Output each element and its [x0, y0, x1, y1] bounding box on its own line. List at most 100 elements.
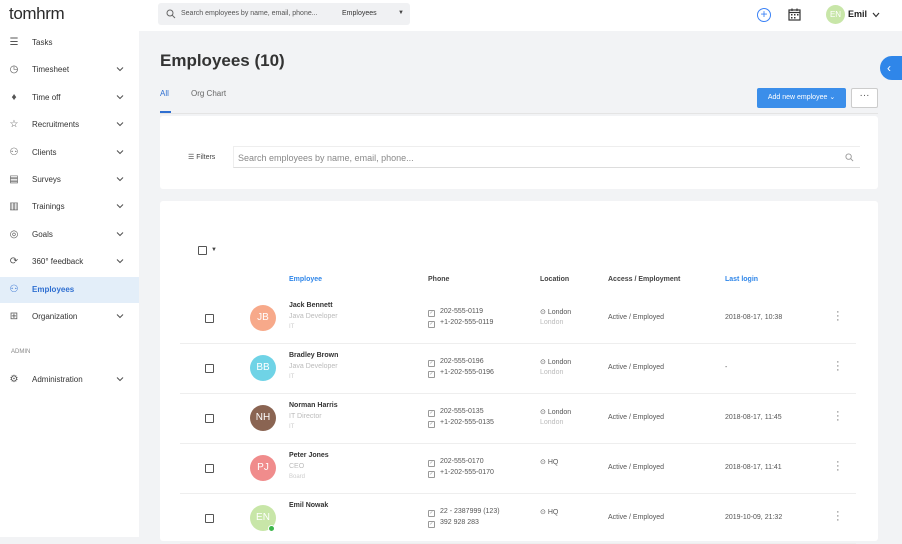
- chevron-down-icon[interactable]: [872, 11, 880, 19]
- phone-secondary[interactable]: ✓ 392 928 283: [428, 519, 479, 528]
- sidebar-item-surveys[interactable]: ▤ Surveys: [0, 167, 139, 193]
- column-header-employee[interactable]: Employee: [289, 276, 322, 283]
- table-row[interactable]: NH Norman Harris IT Director IT ✓ 202-555-013…: [180, 394, 856, 444]
- row-menu-kebab-icon[interactable]: · · ·: [836, 457, 840, 476]
- row-menu-kebab-icon[interactable]: · · ·: [836, 307, 840, 326]
- employee-name[interactable]: Bradley Brown: [289, 352, 338, 359]
- chevron-down-icon: [116, 149, 124, 154]
- sidebar-item-goals[interactable]: ◎ Goals: [0, 222, 139, 248]
- user-avatar[interactable]: EN: [826, 5, 845, 24]
- avatar[interactable]: JB: [250, 305, 276, 331]
- active-tab-indicator: [160, 111, 171, 113]
- add-new-employee-label: Add new employee: [767, 94, 828, 101]
- global-search[interactable]: Search employees by name, email, phone..…: [158, 3, 410, 25]
- phone-primary[interactable]: ✓ 202-555-0170: [428, 458, 484, 467]
- sidebar: ☰ Tasks ◷ Timesheet ♦ Time off ☆ Recruitments ⚇ C…: [0, 31, 139, 537]
- caret-down-icon[interactable]: ▼: [211, 247, 217, 253]
- sidebar-item-label: Surveys: [32, 175, 61, 184]
- sidebar-item-organization[interactable]: ⊞ Organization: [0, 304, 139, 330]
- employee-job-title: CEO: [289, 463, 305, 470]
- sidebar-item-time-off[interactable]: ♦ Time off: [0, 85, 139, 111]
- pin-icon: ♦: [11, 91, 17, 103]
- app-logo[interactable]: tomhrm: [9, 4, 65, 24]
- employee-name[interactable]: Norman Harris: [289, 402, 338, 409]
- caret-down-icon[interactable]: ▼: [398, 10, 404, 16]
- sidebar-item-administration[interactable]: ⚙ Administration: [0, 367, 139, 393]
- phone-primary-text: 202-555-0119: [440, 308, 484, 315]
- avatar[interactable]: NH: [250, 405, 276, 431]
- tab-org-chart[interactable]: Org Chart: [191, 89, 226, 98]
- employee-job-title: Java Developer: [289, 363, 338, 370]
- search-icon[interactable]: [845, 153, 854, 162]
- feedback-icon: ⟳: [9, 256, 19, 268]
- phone-primary[interactable]: ✓ 22 - 2387999 (123): [428, 508, 500, 517]
- add-circle-icon[interactable]: +: [757, 8, 771, 22]
- filters-button[interactable]: ☰ Filters: [188, 153, 215, 161]
- employee-job-title: IT Director: [289, 413, 322, 420]
- survey-icon: ▤: [9, 174, 19, 185]
- sidebar-item-trainings[interactable]: ▥ Trainings: [0, 194, 139, 220]
- add-new-employee-button[interactable]: Add new employee ⌄: [757, 88, 846, 108]
- phone-secondary[interactable]: ✓ +1-202-555-0196: [428, 369, 494, 378]
- collapse-panel-chevron-icon[interactable]: ‹: [880, 56, 902, 80]
- phone-primary[interactable]: ✓ 202-555-0119: [428, 308, 483, 317]
- gear-icon: ⚙: [9, 374, 19, 385]
- table-row[interactable]: PJ Peter Jones CEO Board ✓ 202-555-0170 ✓ +1-20…: [180, 444, 856, 494]
- location: ⊙ HQ: [540, 458, 558, 466]
- location-pin-icon: ⊙: [540, 459, 546, 466]
- employee-department: IT: [289, 424, 295, 430]
- row-checkbox[interactable]: [205, 314, 214, 323]
- row-checkbox[interactable]: [205, 464, 214, 473]
- sidebar-item-label: Tasks: [32, 38, 53, 47]
- location-sub: London: [540, 319, 564, 326]
- phone-secondary[interactable]: ✓ +1-202-555-0135: [428, 419, 494, 428]
- phone-primary[interactable]: ✓ 202-555-0135: [428, 408, 484, 417]
- avatar[interactable]: PJ: [250, 455, 276, 481]
- chevron-down-icon: [116, 177, 124, 182]
- row-menu-kebab-icon[interactable]: · · ·: [836, 507, 840, 526]
- column-header-last-login[interactable]: Last login: [725, 276, 758, 283]
- last-login: 2018-08-17, 11:41: [725, 464, 782, 471]
- sidebar-item-recruitments[interactable]: ☆ Recruitments: [0, 112, 139, 138]
- row-checkbox[interactable]: [205, 514, 214, 523]
- list-check-icon: ☰: [9, 37, 19, 48]
- row-menu-kebab-icon[interactable]: · · ·: [836, 357, 840, 376]
- table-row[interactable]: JB Jack Bennett Java Developer IT ✓ 202-555-0…: [180, 294, 856, 344]
- row-menu-kebab-icon[interactable]: · · ·: [836, 407, 840, 426]
- more-options-button[interactable]: ···: [851, 88, 878, 108]
- star-icon: ☆: [9, 119, 19, 131]
- search-scope-select[interactable]: Employees: [342, 10, 377, 17]
- chevron-down-icon: ⌄: [829, 94, 836, 101]
- search-placeholder: Search employees by name, email, phone..…: [181, 10, 318, 17]
- location: ⊙ London: [540, 308, 571, 316]
- sidebar-item-clients[interactable]: ⚇ Clients: [0, 140, 139, 166]
- sidebar-item-employees[interactable]: ⚇ Employees: [0, 276, 139, 303]
- phone-icon: ✓: [428, 310, 435, 317]
- location: ⊙ London: [540, 358, 571, 366]
- employee-name[interactable]: Emil Nowak: [289, 502, 328, 509]
- phone-secondary-text: +1-202-555-0196: [440, 369, 494, 376]
- chevron-down-icon: [116, 122, 124, 127]
- avatar[interactable]: BB: [250, 355, 276, 381]
- employee-name[interactable]: Jack Bennett: [289, 302, 333, 309]
- tab-all[interactable]: All: [160, 89, 169, 98]
- phone-primary[interactable]: ✓ 202-555-0196: [428, 358, 484, 367]
- sidebar-item-timesheet[interactable]: ◷ Timesheet: [0, 57, 139, 83]
- table-row[interactable]: BB Bradley Brown Java Developer IT ✓ 202-555-…: [180, 344, 856, 394]
- phone-secondary[interactable]: ✓ +1-202-555-0119: [428, 319, 493, 328]
- calendar-icon[interactable]: [788, 8, 801, 21]
- mobile-phone-icon: ✓: [428, 521, 435, 528]
- row-checkbox[interactable]: [205, 414, 214, 423]
- location: ⊙ HQ: [540, 508, 558, 516]
- user-name[interactable]: Emil: [848, 9, 867, 19]
- select-all-checkbox[interactable]: [198, 246, 207, 255]
- employee-name[interactable]: Peter Jones: [289, 452, 329, 459]
- tabs-divider: [160, 113, 878, 114]
- sidebar-item-360-feedback[interactable]: ⟳ 360° feedback: [0, 249, 139, 275]
- phone-icon: ✓: [428, 460, 435, 467]
- sidebar-item-label: Goals: [32, 229, 53, 239]
- row-checkbox[interactable]: [205, 364, 214, 373]
- employee-search-input[interactable]: Search employees by name, email, phone..…: [233, 146, 860, 168]
- phone-secondary[interactable]: ✓ +1-202-555-0170: [428, 469, 494, 478]
- sidebar-item-tasks[interactable]: ☰ Tasks: [0, 30, 139, 56]
